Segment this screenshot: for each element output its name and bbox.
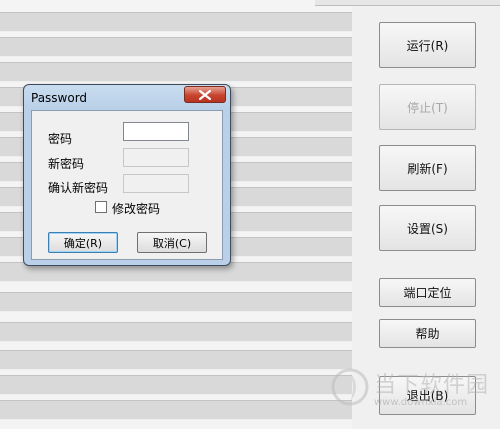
new-password-input[interactable]: [123, 148, 189, 167]
close-x-icon: [199, 89, 211, 100]
list-row[interactable]: [0, 62, 352, 82]
new-password-label: 新密码: [48, 157, 85, 171]
watermark: 当下软件园 www.downxia.com: [330, 365, 495, 425]
password-label: 密码: [48, 132, 73, 146]
change-password-checkbox[interactable]: [95, 201, 107, 213]
run-button-label: 运行(R): [406, 38, 449, 53]
cancel-button-label: 取消(C): [152, 236, 192, 250]
help-button[interactable]: 帮助: [379, 319, 476, 348]
list-row[interactable]: [0, 350, 352, 370]
dialog-body: 密码 新密码 确认新密码 修改密码 确定(R) 取消(C): [31, 110, 223, 260]
settings-button-label: 设置(S): [407, 221, 448, 236]
port-locate-button[interactable]: 端口定位: [379, 278, 476, 307]
list-row[interactable]: [0, 292, 352, 312]
stop-button-label: 停止(T): [407, 100, 448, 115]
confirm-new-password-input[interactable]: [123, 174, 189, 193]
password-input[interactable]: [123, 122, 189, 141]
dialog-close-button[interactable]: [184, 86, 226, 103]
refresh-button[interactable]: 刷新(F): [379, 145, 476, 191]
stop-button[interactable]: 停止(T): [379, 84, 476, 130]
change-password-label: 修改密码: [112, 202, 161, 216]
watermark-logo-icon: [331, 368, 369, 406]
top-edge-strip: [315, 0, 500, 6]
help-button-label: 帮助: [415, 327, 440, 341]
ok-button[interactable]: 确定(R): [48, 232, 118, 253]
list-row[interactable]: [0, 400, 352, 420]
confirm-new-password-label: 确认新密码: [48, 181, 109, 195]
watermark-url: www.downxia.com: [374, 397, 468, 408]
list-row[interactable]: [0, 12, 352, 32]
list-row[interactable]: [0, 322, 352, 342]
watermark-name: 当下软件园: [374, 373, 490, 398]
port-locate-button-label: 端口定位: [403, 286, 452, 300]
settings-button[interactable]: 设置(S): [379, 205, 476, 251]
refresh-button-label: 刷新(F): [407, 161, 448, 176]
list-row[interactable]: [0, 375, 352, 395]
dialog-title: Password: [31, 91, 88, 105]
cancel-button[interactable]: 取消(C): [137, 232, 207, 253]
run-button[interactable]: 运行(R): [379, 22, 476, 68]
password-dialog: Password 密码 新密码 确认新密码 修改密码 确定(R) 取消(C): [23, 84, 231, 266]
ok-button-label: 确定(R): [63, 236, 103, 250]
list-row[interactable]: [0, 37, 352, 57]
